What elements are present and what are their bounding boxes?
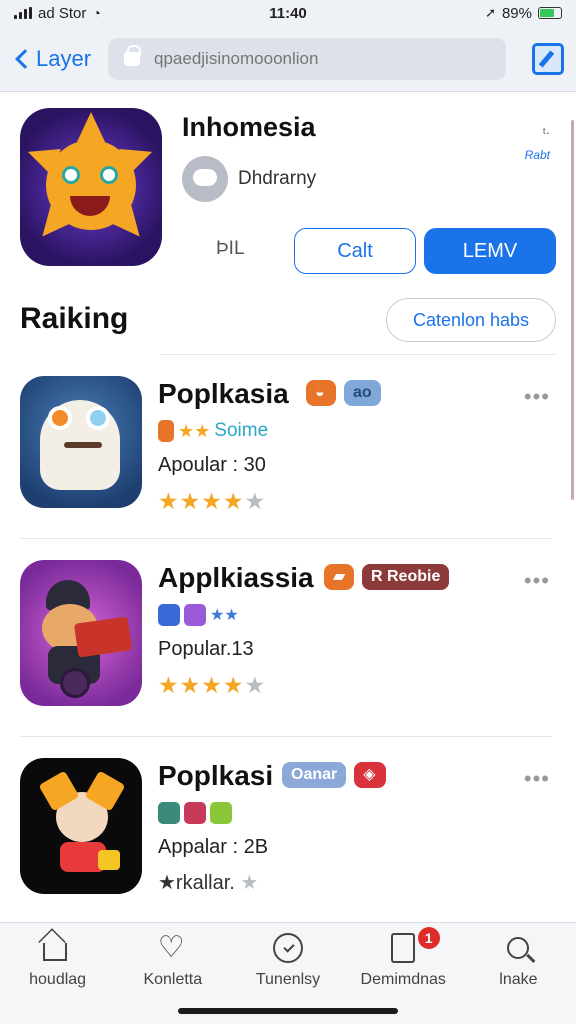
home-indicator [178,1008,398,1014]
carrier-label: ad Stor [38,4,87,22]
badge-group: Oanar ◈ [282,762,387,788]
popularity-label: Popular.13 [158,638,254,660]
app-subtitle-line: ★★ [158,604,239,626]
tab-label: Tunenlsy [255,971,321,988]
category-filter-button[interactable]: Catenlon habs [386,298,556,342]
ranking-list-item[interactable]: Poplkasia ◒ ao ••• ★★ Soime Apoular : 30… [20,376,556,536]
secondary-action-button[interactable]: Calt [294,228,416,274]
location-icon: ➚ [485,5,496,20]
popularity-label: Apoular : 30 [158,454,266,476]
status-badge: R Reobie [362,564,450,590]
battery-percent: 89% [501,4,532,22]
status-time: 11:40 [269,4,307,22]
signal-icon [14,7,32,19]
heart-icon: ♡ [157,931,185,964]
popularity-label: Appalar : 2B [158,836,269,858]
genre-icon [158,604,180,626]
genre-icon [210,802,232,824]
rating-stars: ★★★★★ [158,672,267,698]
category-badge-icon: ▰ [324,564,354,590]
app-title: Poplkasi [158,760,274,791]
home-icon [37,928,67,961]
app-size-label: ÞIL [216,238,245,259]
genre-icon [158,420,174,442]
back-button-label: Layer [36,45,92,71]
app-title: Poplkasia [158,378,289,409]
lock-icon [124,44,141,66]
search-icon [507,937,530,959]
back-button[interactable]: Layer [12,46,108,72]
mini-stars-icon: ★★ [210,607,239,624]
featured-app-icon[interactable] [20,108,162,266]
wifi-icon: ◔ [92,5,101,21]
status-badge: Oanar [282,762,347,788]
scrollbar[interactable] [571,120,574,500]
genre-icon [184,802,206,824]
featured-meta: ᵗ· Rabt [524,125,550,162]
status-bar: ad Stor ◔ 11:40 ➚ 89% [0,0,576,26]
app-icon[interactable] [20,758,142,894]
featured-app-title: Inhomesia [182,112,316,142]
app-subtitle: Soime [214,420,269,441]
search-input[interactable] [154,48,474,69]
rating-stars: ★★★★★ [158,488,267,514]
ranking-list-item[interactable]: Applkiassia ▰ R Reobie ••• ★★ Popular.13… [20,560,556,720]
divider [20,736,552,737]
badge-group: ▰ R Reobie [324,564,450,590]
app-icon[interactable] [20,560,142,706]
chevron-left-icon [15,48,35,69]
rating-stars: ★rkallar. ★ [158,872,259,894]
app-subtitle-line: ★★ Soime [158,420,268,442]
status-badge: ao [344,380,381,406]
app-title: Applkiassia [158,562,314,593]
more-options-icon[interactable]: ••• [524,768,550,790]
category-badge-icon: ◈ [354,762,387,788]
ranking-list-item[interactable]: Poplkasi Oanar ◈ ••• Appalar : 2B ★rkall… [20,758,556,918]
tab-label: lnake [499,971,538,988]
battery-icon [538,7,562,19]
tab-label: Demimdnas [360,971,446,988]
search-field[interactable] [108,37,506,80]
badge-group: ◒ ao [306,380,381,406]
divider [160,354,556,355]
app-icon[interactable] [20,376,142,508]
featured-app-card: Inhomesia ᵗ· Rabt Dhdrarny ÞIL Calt LEMV [20,108,560,274]
mini-stars-icon: ★★ [178,420,211,441]
section-title: Raiking [20,302,129,335]
developer-avatar[interactable] [182,156,228,202]
divider [20,538,552,539]
more-options-icon[interactable]: ••• [524,570,550,592]
get-button[interactable]: LEMV [424,228,556,274]
clock-icon [273,933,303,963]
more-options-icon[interactable]: ••• [524,386,550,408]
tab-label: Konletta [143,971,203,988]
genre-icon [158,802,180,824]
category-badge-icon: ◒ [306,380,336,406]
app-subtitle-line [158,802,232,824]
navigation-bar: Layer [0,26,576,92]
tab-search[interactable]: lnake [461,923,576,1024]
notification-badge: 1 [417,927,440,949]
tab-label: houdlag [29,971,87,988]
document-icon [391,933,416,963]
developer-name[interactable]: Dhdrarny [238,168,316,190]
compose-icon[interactable] [532,42,564,75]
tab-home[interactable]: houdlag [0,923,115,1024]
genre-icon [184,604,206,626]
